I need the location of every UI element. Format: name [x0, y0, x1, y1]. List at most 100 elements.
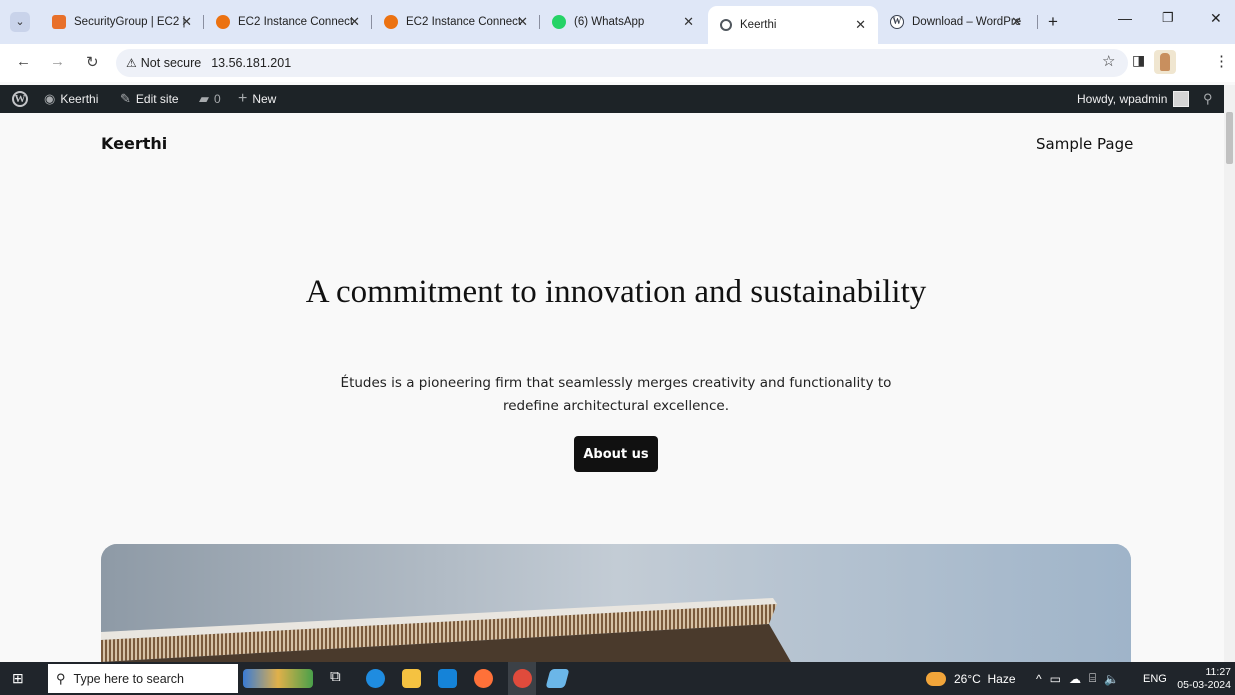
close-tab-icon[interactable]: ✕ [349, 14, 360, 30]
nav-link-sample-page[interactable]: Sample Page [1036, 135, 1133, 153]
search-highlight-icon[interactable] [243, 669, 313, 688]
hero-description: Études is a pioneering firm that seamles… [340, 375, 892, 414]
system-tray: ^ ▭ ☁ ⌸ 🔈 [1036, 662, 1119, 695]
more-menu-icon[interactable]: ⋮ [1214, 52, 1229, 70]
wp-logo-menu[interactable]: W [12, 85, 28, 113]
chrome-icon[interactable] [513, 669, 532, 688]
brush-icon: ✎ [120, 91, 131, 106]
language-indicator[interactable]: ENG [1143, 662, 1167, 695]
task-view-icon[interactable]: ⧉ [330, 668, 349, 687]
close-tab-icon[interactable]: ✕ [517, 14, 528, 30]
clock[interactable]: 11:27 05-03-2024 [1177, 662, 1231, 695]
browser-toolbar: ← → ↻ ⚠ Not secure 13.56.181.201 ☆ ◨ ⋮ [0, 44, 1235, 82]
file-explorer-icon[interactable] [402, 669, 421, 688]
firefox-icon[interactable] [474, 669, 493, 688]
close-tab-icon[interactable]: ✕ [855, 17, 866, 33]
edit-site-label: Edit site [135, 92, 179, 106]
language-text: ENG [1143, 672, 1167, 685]
search-placeholder: Type here to search [73, 671, 185, 686]
taskbar-search[interactable]: ⚲ Type here to search [48, 664, 238, 693]
url-text[interactable]: 13.56.181.201 [211, 56, 291, 70]
bookmark-star-icon[interactable]: ☆ [1102, 52, 1115, 70]
new-label: New [252, 92, 277, 106]
windows-logo-icon: ⊞ [12, 670, 24, 686]
tab-title: EC2 Instance Connect [406, 16, 522, 28]
comments-link[interactable]: ▰ 0 [199, 85, 221, 113]
weather-text: 26°C Haze [954, 671, 1016, 686]
start-button[interactable]: ⊞ [12, 662, 24, 695]
tab-title: (6) WhatsApp [574, 16, 645, 28]
tab-title: SecurityGroup | EC2 | [74, 16, 186, 28]
hero-building-image [101, 544, 1131, 662]
reload-icon[interactable]: ↻ [86, 53, 99, 71]
whatsapp-favicon-icon [552, 15, 566, 29]
security-indicator[interactable]: Not secure [141, 56, 201, 70]
edge-icon[interactable] [366, 669, 385, 688]
restore-icon[interactable]: ❐ [1162, 10, 1174, 26]
browser-tab-strip: ⌄ SecurityGroup | EC2 | ✕ EC2 Instance C… [0, 0, 1235, 44]
clock-time: 11:27 [1205, 665, 1232, 678]
tab-ec2-connect-1[interactable]: EC2 Instance Connect ✕ [204, 8, 372, 36]
aws-cube-favicon-icon [384, 15, 398, 29]
mail-icon[interactable] [438, 669, 457, 688]
page-scrollbar[interactable] [1224, 85, 1235, 662]
tab-whatsapp[interactable]: (6) WhatsApp ✕ [540, 8, 708, 36]
back-arrow-icon[interactable]: ← [16, 53, 31, 70]
plus-icon: + [238, 90, 248, 107]
warning-triangle-icon: ⚠ [126, 56, 137, 70]
network-icon[interactable]: ⌸ [1089, 671, 1096, 686]
tab-keerthi[interactable]: Keerthi ✕ [708, 6, 878, 44]
app-icon[interactable] [545, 669, 570, 688]
show-hidden-icons-icon[interactable]: ^ [1036, 672, 1042, 686]
tab-securitygroup[interactable]: SecurityGroup | EC2 | ✕ [40, 8, 204, 36]
new-tab-button[interactable]: + [1040, 8, 1070, 36]
onedrive-cloud-icon[interactable]: ☁ [1069, 672, 1081, 686]
wordpress-logo-icon: W [12, 91, 28, 107]
weather-widget[interactable]: 26°C Haze [926, 662, 1016, 695]
close-tab-icon[interactable]: ✕ [181, 14, 192, 30]
comment-bubble-icon: ▰ [199, 91, 209, 106]
volume-icon[interactable]: 🔈 [1104, 672, 1119, 686]
comments-count: 0 [214, 92, 221, 106]
tab-separator [1037, 15, 1038, 29]
search-icon: ⚲ [56, 670, 66, 686]
windows-taskbar: ⊞ ⚲ Type here to search ⧉ 26°C Haze ^ ▭ … [0, 662, 1235, 695]
tab-title: EC2 Instance Connect [238, 16, 354, 28]
site-title[interactable]: Keerthi [101, 134, 167, 153]
wordpress-favicon-icon: W [890, 15, 904, 29]
tab-wordpress-download[interactable]: W Download – WordPre ✕ [878, 8, 1038, 36]
tab-ec2-connect-2[interactable]: EC2 Instance Connect ✕ [372, 8, 540, 36]
side-panel-icon[interactable]: ◨ [1132, 52, 1145, 69]
dashboard-icon: ◉ [44, 91, 56, 106]
forward-arrow-icon[interactable]: → [50, 53, 65, 70]
profile-avatar[interactable] [1154, 50, 1176, 74]
plus-icon: + [1048, 12, 1058, 31]
about-us-button[interactable]: About us [574, 436, 658, 472]
user-avatar [1173, 91, 1190, 107]
search-icon: ⚲ [1203, 91, 1213, 106]
hero-heading: A commitment to innovation and sustainab… [305, 274, 927, 310]
building-roof-graphic [101, 544, 1131, 662]
howdy-label: Howdy, wpadmin [1077, 92, 1168, 106]
new-content-menu[interactable]: + New [238, 85, 276, 113]
aws-favicon-icon [52, 15, 66, 29]
close-tab-icon[interactable]: ✕ [1011, 14, 1022, 30]
edit-site-link[interactable]: ✎ Edit site [120, 85, 179, 113]
site-favicon-icon [720, 19, 732, 31]
my-account-menu[interactable]: Howdy, wpadmin [1077, 85, 1190, 113]
tab-title: Download – WordPre [912, 16, 1022, 28]
address-bar[interactable]: ⚠ Not secure 13.56.181.201 [116, 49, 1128, 77]
close-window-icon[interactable]: ✕ [1210, 10, 1222, 27]
wp-admin-bar: W ◉ Keerthi ✎ Edit site ▰ 0 + New Howdy,… [0, 85, 1224, 113]
clock-date: 05-03-2024 [1177, 678, 1231, 691]
minimize-icon[interactable]: — [1118, 10, 1132, 26]
tab-search-dropdown[interactable]: ⌄ [10, 12, 30, 32]
admin-search[interactable]: ⚲ [1203, 85, 1213, 113]
battery-icon[interactable]: ▭ [1050, 672, 1061, 686]
site-name-label: Keerthi [60, 92, 99, 106]
scrollbar-thumb[interactable] [1226, 112, 1233, 164]
weather-haze-icon [926, 671, 946, 686]
close-tab-icon[interactable]: ✕ [683, 14, 694, 30]
site-name-menu[interactable]: ◉ Keerthi [44, 85, 98, 113]
aws-cube-favicon-icon [216, 15, 230, 29]
